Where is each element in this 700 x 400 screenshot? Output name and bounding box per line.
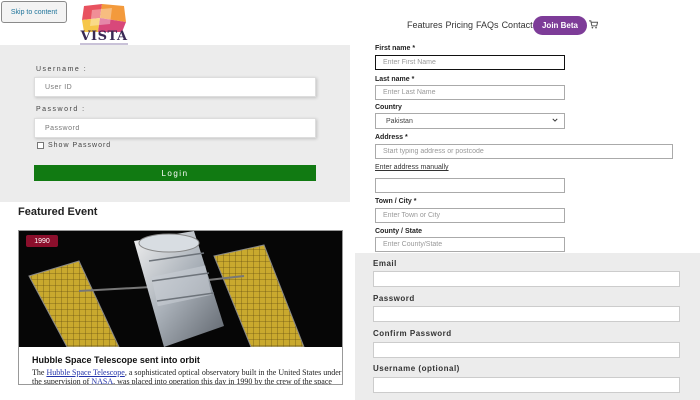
main-nav: Features Pricing FAQs Contact [407, 20, 533, 30]
logo[interactable]: VISTA [80, 4, 128, 46]
first-name-input[interactable] [375, 55, 565, 70]
account-password-label: Password [373, 294, 415, 303]
year-badge: 1990 [26, 235, 58, 247]
password-label: Password : [36, 106, 86, 113]
username-label: Username : [36, 66, 88, 73]
country-value: Pakistan [386, 117, 413, 125]
hubble-telescope-image[interactable]: 1990 [19, 231, 342, 347]
chevron-down-icon [552, 118, 558, 122]
confirm-password-label: Confirm Password [373, 329, 452, 338]
nav-faqs[interactable]: FAQs [476, 20, 499, 30]
join-beta-button[interactable]: Join Beta [533, 16, 587, 35]
password-input[interactable] [34, 118, 316, 138]
last-name-input[interactable] [375, 85, 565, 100]
first-name-label: First name * [375, 45, 416, 52]
telescope-illustration [19, 231, 342, 347]
logo-mark-icon [82, 4, 126, 32]
skip-to-content-button[interactable]: Skip to content [1, 1, 67, 23]
event-description: The Hubble Space Telescope, a sophistica… [32, 368, 342, 385]
login-panel: Username : Password : Show Password Logi… [0, 45, 350, 202]
confirm-password-input[interactable] [373, 342, 680, 358]
address-input[interactable] [375, 144, 673, 159]
nav-pricing[interactable]: Pricing [446, 20, 474, 30]
cart-icon[interactable] [589, 20, 598, 29]
username-optional-input[interactable] [373, 377, 680, 393]
featured-event-card: 1990 Hubble Space Telescope sent into or… [18, 230, 343, 385]
email-label: Email [373, 259, 397, 268]
logo-wordmark: VISTA [80, 29, 128, 44]
nasa-link[interactable]: NASA [91, 377, 113, 384]
county-label: County / State [375, 228, 423, 235]
town-input[interactable] [375, 208, 565, 223]
login-button[interactable]: Login [34, 165, 316, 181]
username-optional-label: Username (optional) [373, 364, 460, 373]
hubble-link[interactable]: Hubble Space Telescope [46, 368, 124, 377]
nav-features[interactable]: Features [407, 20, 443, 30]
username-input[interactable] [34, 77, 316, 97]
country-label: Country [375, 104, 402, 111]
event-headline[interactable]: Hubble Space Telescope sent into orbit [32, 355, 200, 365]
town-label: Town / City * [375, 198, 417, 205]
show-password-checkbox[interactable] [37, 142, 44, 149]
enter-address-manually-link[interactable]: Enter address manually [375, 164, 449, 171]
country-select[interactable]: Pakistan [375, 113, 565, 129]
featured-event-heading: Featured Event [18, 206, 98, 218]
manual-address-input[interactable] [375, 178, 565, 193]
last-name-label: Last name * [375, 76, 415, 83]
nav-contact[interactable]: Contact [502, 20, 533, 30]
county-input[interactable] [375, 237, 565, 252]
address-label: Address * [375, 134, 408, 141]
show-password-label: Show Password [48, 142, 112, 149]
account-password-input[interactable] [373, 306, 680, 322]
email-input[interactable] [373, 271, 680, 287]
